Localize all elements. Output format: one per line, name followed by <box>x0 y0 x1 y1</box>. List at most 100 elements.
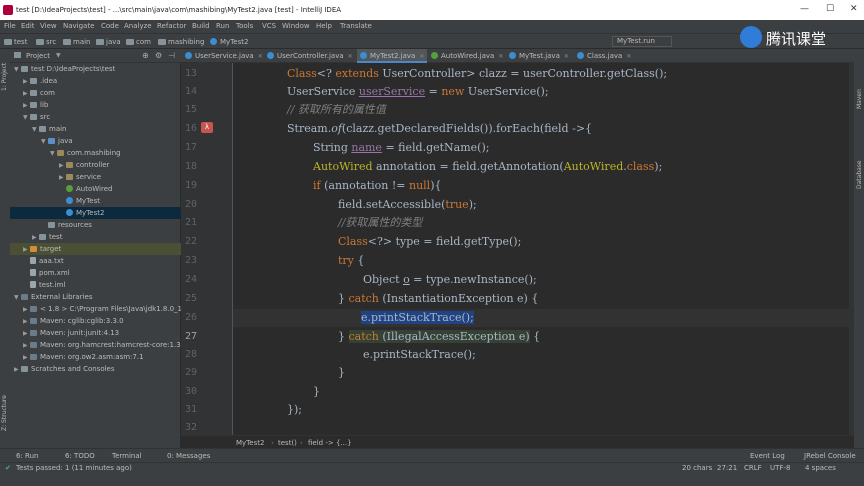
project-tree-item[interactable]: ▶ Maven: org.ow2.asm:asm:7.1 <box>10 351 181 363</box>
project-tree-item[interactable]: ▶ controller <box>10 159 181 171</box>
menu-view[interactable]: View <box>40 22 57 30</box>
project-tree-item[interactable]: ▼ External Libraries <box>10 291 181 303</box>
project-tree-item[interactable]: aaa.txt <box>10 255 181 267</box>
project-tree-item[interactable]: ▶ Maven: junit:junit:4.13 <box>10 327 181 339</box>
menu-refactor[interactable]: Refactor <box>157 22 186 30</box>
maven-toolwindow-button[interactable]: Maven <box>856 89 863 109</box>
project-tree-item[interactable]: ▶ Maven: org.hamcrest:hamcrest-core:1.3 <box>10 339 181 351</box>
menu-help[interactable]: Help <box>316 22 332 30</box>
code-line: } <box>313 385 320 398</box>
annot-icon <box>66 185 73 192</box>
tab-usercontroller[interactable]: UserController.java ✕ <box>267 49 353 63</box>
project-tree-item[interactable]: ▶ lib <box>10 99 181 111</box>
locate-icon[interactable]: ⊕ <box>142 51 149 60</box>
run-toolwindow-button[interactable]: 6: Run <box>16 452 38 460</box>
project-tree-item[interactable]: ▼ main <box>10 123 181 135</box>
menu-translate[interactable]: Translate <box>340 22 372 30</box>
nav-crumb-java[interactable]: java <box>96 38 121 46</box>
tab-userservice[interactable]: UserService.java ✕ <box>185 49 263 63</box>
menu-edit[interactable]: Edit <box>21 22 35 30</box>
line-number: 13 <box>184 68 197 79</box>
project-tree-item[interactable]: ▼ src <box>10 111 181 123</box>
line-number: 23 <box>184 255 197 266</box>
nav-crumb-mytest2[interactable]: MyTest2 <box>210 38 248 46</box>
line-separator[interactable]: CRLF <box>744 464 762 472</box>
project-tree-item[interactable]: ▶ Scratches and Consoles <box>10 363 181 375</box>
menu-file[interactable]: File <box>4 22 16 30</box>
gear-icon[interactable]: ⚙ <box>155 51 162 60</box>
project-tree-item[interactable]: ▶ test <box>10 231 181 243</box>
todo-toolwindow-button[interactable]: 6: TODO <box>65 452 95 460</box>
menu-build[interactable]: Build <box>192 22 210 30</box>
nav-crumb-src[interactable]: src <box>36 38 56 46</box>
menu-code[interactable]: Code <box>101 22 119 30</box>
jrebel-console-button[interactable]: JRebel Console <box>804 452 856 460</box>
nav-crumb-main[interactable]: main <box>63 38 91 46</box>
breadcrumb-method[interactable]: test() <box>278 439 297 447</box>
project-tree-item-label: test D:\IdeaProjects\test <box>31 65 116 73</box>
nav-crumb-test[interactable]: test <box>4 38 27 46</box>
nav-crumb-mashibing[interactable]: mashibing <box>158 38 204 46</box>
messages-toolwindow-button[interactable]: 0: Messages <box>167 452 210 460</box>
editor-scrollbar[interactable] <box>849 63 854 435</box>
caret-position[interactable]: 27:21 <box>717 464 737 472</box>
editor-tabs: UserService.java ✕ UserController.java ✕ M… <box>181 49 854 63</box>
lib-icon <box>30 342 37 348</box>
database-toolwindow-button[interactable]: Database <box>856 160 863 189</box>
structure-toolwindow-button[interactable]: Z: Structure <box>1 395 8 431</box>
lib-icon <box>30 318 37 324</box>
menu-analyze[interactable]: Analyze <box>124 22 152 30</box>
project-tree-item[interactable]: test.iml <box>10 279 181 291</box>
project-tree-item[interactable]: ▼ test D:\IdeaProjects\test <box>10 63 181 75</box>
project-tree-item[interactable]: ▼ com.mashibing <box>10 147 181 159</box>
pkg-icon <box>66 162 73 168</box>
line-number: 16 <box>184 123 197 134</box>
project-tree-item[interactable]: ▶ < 1.8 > C:\Program Files\Java\jdk1.8.0_… <box>10 303 186 315</box>
breadcrumb-lambda[interactable]: field -> {...} <box>308 439 352 447</box>
terminal-toolwindow-button[interactable]: Terminal <box>112 452 142 460</box>
editor-breadcrumbs: MyTest2 › test() › field -> {...} <box>181 435 854 448</box>
menu-window[interactable]: Window <box>282 22 310 30</box>
project-tree-item[interactable]: pom.xml <box>10 267 181 279</box>
project-tree-item[interactable]: ▶ service <box>10 171 181 183</box>
code-line: Class<? extends UserController> clazz = … <box>287 67 668 80</box>
project-tree-item[interactable]: resources <box>10 219 181 231</box>
code-editor[interactable]: Class<? extends UserController> clazz = … <box>233 63 854 435</box>
tab-mytest2[interactable]: MyTest2.java ✕ <box>357 49 428 63</box>
menu-run[interactable]: Run <box>216 22 229 30</box>
chevron-down-icon[interactable]: ▼ <box>56 52 61 59</box>
indent-setting[interactable]: 4 spaces <box>805 464 836 472</box>
editor-gutter[interactable]: 13 14 15 16 17 18 19 20 21 22 23 24 25 26 27 28 29 30 31 32… <box>181 63 245 435</box>
lambda-marker-icon[interactable]: λ <box>201 122 213 133</box>
menu-vcs[interactable]: VCS <box>262 22 276 30</box>
maximize-button[interactable]: ☐ <box>826 4 834 14</box>
window-titlebar: test [D:\IdeaProjects\test] - ...\src\ma… <box>0 0 864 20</box>
menu-navigate[interactable]: Navigate <box>63 22 94 30</box>
project-tree-item[interactable]: AutoWired <box>10 183 181 195</box>
project-tree-item[interactable]: ▶ .idea <box>10 75 181 87</box>
chevron-right-icon[interactable]: ▶ <box>14 364 21 376</box>
project-panel-title[interactable]: Project <box>26 52 50 60</box>
menu-tools[interactable]: Tools <box>236 22 253 30</box>
tab-mytest[interactable]: MyTest.java ✕ <box>509 49 569 63</box>
nav-crumb-com[interactable]: com <box>126 38 151 46</box>
tab-class[interactable]: Class.java ✕ <box>577 49 631 63</box>
project-tree-item[interactable]: ▶ com <box>10 87 181 99</box>
tab-autowired[interactable]: AutoWired.java ✕ <box>431 49 503 63</box>
breadcrumb-class[interactable]: MyTest2 <box>236 439 264 447</box>
hide-icon[interactable]: ⊣ <box>168 51 175 60</box>
line-number: 18 <box>184 161 197 172</box>
close-button[interactable]: ✕ <box>850 4 858 14</box>
run-config-select[interactable]: MyTest.run <box>612 36 672 47</box>
minimize-button[interactable]: — <box>800 4 809 14</box>
intellij-icon <box>3 5 13 15</box>
file-icon <box>30 281 36 288</box>
project-tree-item[interactable]: ▶ Maven: cglib:cglib:3.3.0 <box>10 315 181 327</box>
file-encoding[interactable]: UTF-8 <box>770 464 790 472</box>
project-toolwindow-button[interactable]: 1: Project <box>1 63 8 91</box>
project-tree-item[interactable]: ▼ java <box>10 135 181 147</box>
event-log-button[interactable]: Event Log <box>750 452 785 460</box>
project-tree-item[interactable]: MyTest <box>10 195 181 207</box>
project-tree-item[interactable]: MyTest2 <box>10 207 181 219</box>
project-tree-item[interactable]: ▶ target <box>10 243 181 255</box>
